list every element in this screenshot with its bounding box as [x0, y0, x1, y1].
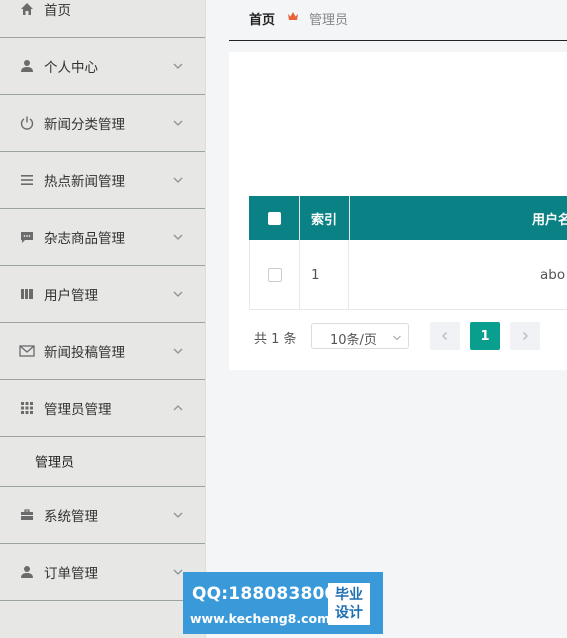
next-page-button[interactable] [510, 322, 540, 350]
table-row: 1 abo [249, 240, 567, 310]
chevron-right-icon [523, 332, 528, 340]
sidebar-item-label: 首页 [44, 3, 71, 19]
pagination-total: 共 1 条 [254, 332, 297, 347]
chevron-down-icon [392, 332, 402, 342]
sidebar-item-hot-news[interactable]: 热点新闻管理 [0, 152, 205, 209]
watermark-qq: QQ:188083800 [192, 584, 337, 604]
content-panel: 索引 用户名 1 abo 共 1 条 10条/页 1 [229, 52, 567, 370]
sidebar-item-label: 系统管理 [44, 509, 98, 525]
sidebar-item-admin-management[interactable]: 管理员管理 [0, 380, 205, 437]
watermark-url: www.kecheng8.com [190, 611, 331, 626]
power-icon [19, 115, 35, 131]
chevron-down-icon [172, 231, 184, 243]
page-button-current[interactable]: 1 [470, 322, 500, 350]
watermark-badge-line2: 设计 [335, 605, 363, 621]
chat-icon [19, 229, 35, 245]
sidebar-item-label: 热点新闻管理 [44, 174, 125, 190]
prev-page-button[interactable] [430, 322, 460, 350]
sidebar-item-home[interactable]: 首页 [0, 0, 205, 38]
breadcrumb: 首页 管理员 [229, 0, 567, 41]
chevron-down-icon [172, 174, 184, 186]
chevron-up-icon [172, 402, 184, 414]
page-size-select[interactable]: 10条/页 [311, 323, 409, 349]
sidebar-item-orders[interactable]: 订单管理 [0, 544, 205, 601]
sidebar-item-label: 个人中心 [44, 60, 98, 76]
sidebar-item-user-management[interactable]: 用户管理 [0, 266, 205, 323]
grid-icon [19, 400, 35, 416]
table-header: 索引 用户名 [249, 196, 567, 240]
briefcase-icon [19, 507, 35, 523]
home-icon [19, 1, 35, 17]
header-select-all-cell[interactable] [249, 196, 300, 240]
chevron-down-icon [172, 288, 184, 300]
sidebar-item-label: 用户管理 [44, 288, 98, 304]
mail-icon [19, 343, 35, 359]
sidebar-item-magazine[interactable]: 杂志商品管理 [0, 209, 205, 266]
sidebar-item-label: 杂志商品管理 [44, 231, 125, 247]
sidebar-subitem-admin[interactable]: 管理员 [0, 436, 205, 487]
header-index: 索引 [299, 196, 350, 240]
chevron-left-icon [442, 332, 447, 340]
chevron-down-icon [172, 345, 184, 357]
list-icon [19, 172, 35, 188]
chevron-down-icon [172, 117, 184, 129]
chevron-down-icon [172, 509, 184, 521]
row-checkbox[interactable] [267, 267, 282, 282]
user-icon [19, 564, 35, 580]
sidebar: 首页 个人中心 新闻分类管理 热点新闻管理 杂志商品管理 用户管理 新闻投稿管理… [0, 0, 206, 638]
sidebar-item-label: 新闻分类管理 [44, 117, 125, 133]
select-all-checkbox[interactable] [267, 211, 281, 225]
sidebar-item-label: 订单管理 [44, 566, 98, 582]
sidebar-item-personal-center[interactable]: 个人中心 [0, 38, 205, 95]
watermark-banner: QQ:188083800 www.kecheng8.com 毕业 设计 [183, 572, 383, 634]
header-username[interactable]: 用户名 [349, 196, 567, 240]
page-size-value: 10条/页 [330, 333, 377, 348]
sidebar-item-news-category[interactable]: 新闻分类管理 [0, 95, 205, 152]
book-icon [19, 286, 35, 302]
crown-icon [287, 10, 299, 22]
sidebar-item-label: 管理员管理 [44, 402, 112, 418]
watermark-badge: 毕业 设计 [328, 583, 370, 625]
sidebar-item-news-submission[interactable]: 新闻投稿管理 [0, 323, 205, 380]
watermark-badge-line1: 毕业 [335, 587, 363, 603]
sidebar-item-system[interactable]: 系统管理 [0, 487, 205, 544]
sidebar-item-label: 新闻投稿管理 [44, 345, 125, 361]
row-index: 1 [299, 240, 349, 309]
breadcrumb-current: 管理员 [309, 13, 349, 28]
sidebar-subitem-label: 管理员 [35, 455, 75, 471]
chevron-down-icon [172, 60, 184, 72]
user-icon [19, 58, 35, 74]
row-username: abo [540, 266, 566, 283]
breadcrumb-home[interactable]: 首页 [249, 9, 275, 28]
row-checkbox-cell[interactable] [250, 240, 300, 309]
